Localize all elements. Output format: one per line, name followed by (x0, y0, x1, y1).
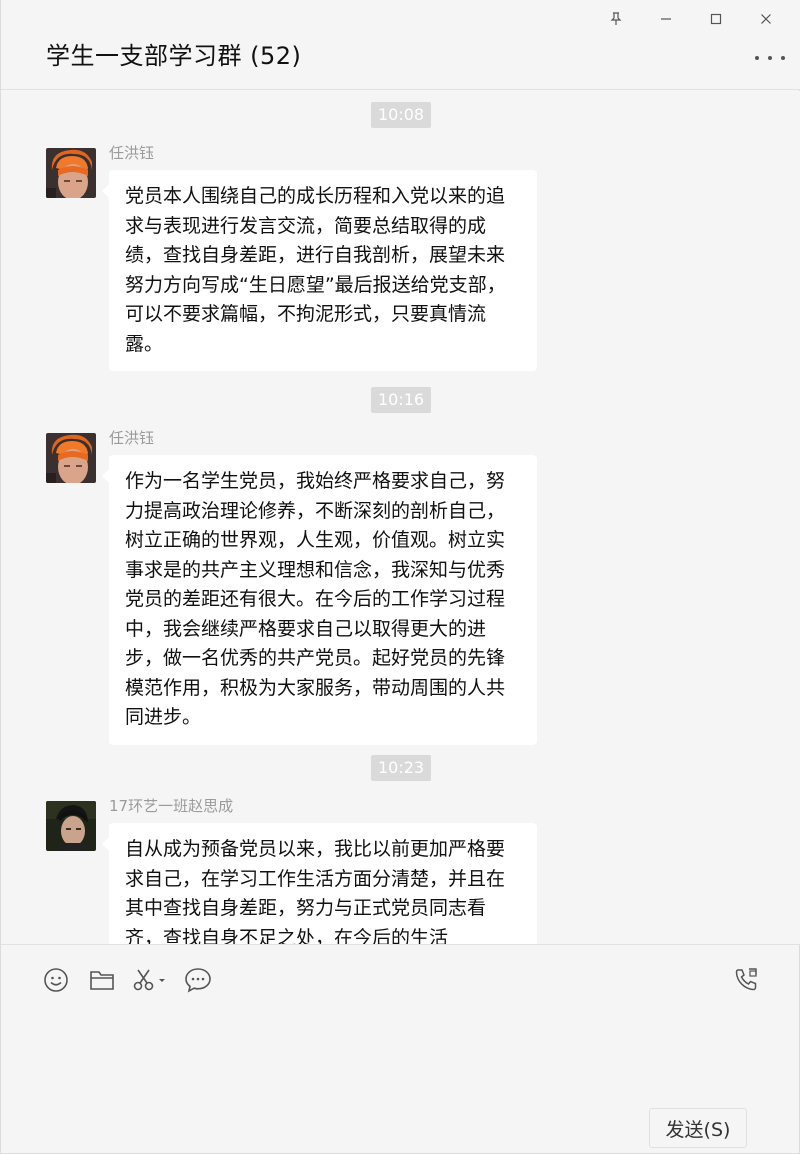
minimize-icon[interactable] (641, 8, 691, 30)
timestamp-badge: 10:08 (371, 102, 432, 128)
input-toolbar (1, 944, 800, 1014)
timestamp-badge: 10:16 (371, 387, 432, 413)
avatar[interactable] (46, 801, 96, 851)
emoji-icon[interactable] (41, 965, 71, 995)
folder-icon[interactable] (87, 965, 117, 995)
sender-name: 任洪钰 (109, 429, 155, 447)
sender-name: 任洪钰 (109, 144, 155, 162)
avatar[interactable] (46, 148, 96, 198)
message-bubble[interactable]: 党员本人围绕自己的成长历程和入党以来的追求与表现进行发言交流，简要总结取得的成绩… (102, 170, 537, 371)
voice-call-icon[interactable] (731, 965, 761, 995)
pin-icon[interactable] (591, 8, 641, 30)
message-bubble[interactable]: 自从成为预备党员以来，我比以前更加严格要求自己，在学习工作生活方面分清楚，并且在… (102, 823, 537, 944)
timestamp-badge: 10:23 (371, 755, 432, 781)
chat-window: 学生一支部学习群 (52) 10:08 任洪钰 党员本人围绕自己的成长历程和入党… (0, 0, 800, 1154)
scissors-icon[interactable] (131, 965, 167, 995)
close-icon[interactable] (741, 8, 791, 30)
window-controls (591, 8, 791, 30)
chat-history-icon[interactable] (183, 965, 213, 995)
message-list[interactable]: 10:08 任洪钰 党员本人围绕自己的成长历程和入党以来的追求与表现进行发言交流… (1, 91, 800, 944)
message-input[interactable] (1, 1014, 800, 1114)
chat-header: 学生一支部学习群 (52) (1, 0, 800, 90)
avatar[interactable] (46, 433, 96, 483)
maximize-icon[interactable] (691, 8, 741, 30)
message-bubble[interactable]: 作为一名学生党员，我始终严格要求自己，努力提高政治理论修养，不断深刻的剖析自己，… (102, 455, 537, 745)
send-button[interactable]: 发送(S) (649, 1108, 747, 1148)
chat-title: 学生一支部学习群 (52) (46, 42, 302, 70)
more-icon[interactable] (755, 48, 785, 68)
sender-name: 17环艺一班赵思成 (109, 797, 234, 815)
